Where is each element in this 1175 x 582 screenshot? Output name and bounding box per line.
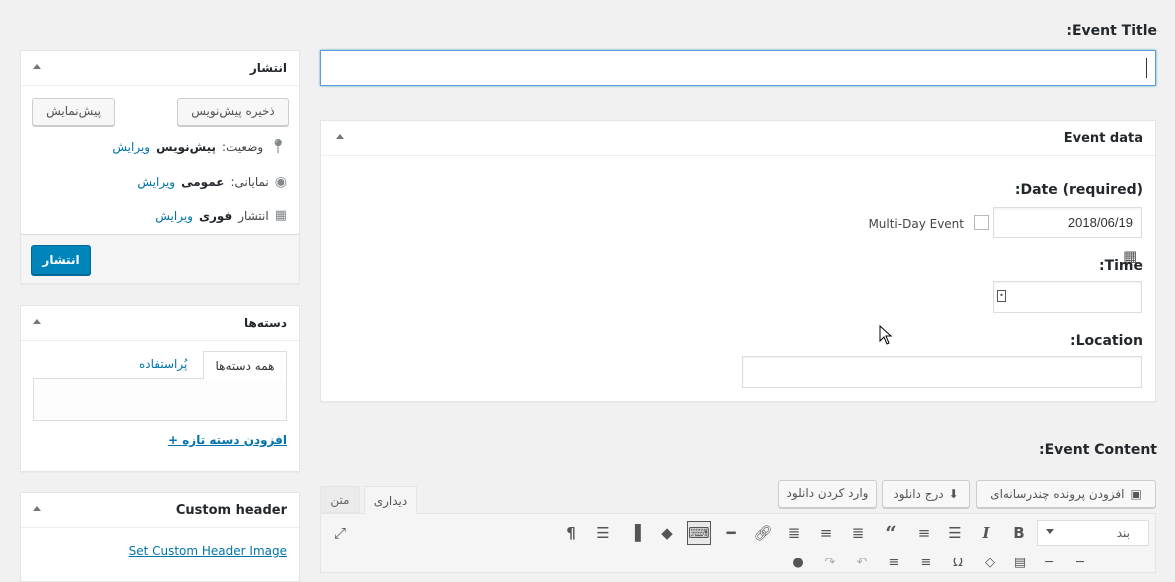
multiday-checkbox[interactable] — [974, 215, 989, 230]
categories-box: دسته‌ها همه دسته‌ها پُراستفاده + افزودن … — [20, 305, 300, 472]
visibility-value: عمومی — [181, 175, 225, 189]
tab-text[interactable]: متن — [320, 486, 360, 513]
tab-all-categories[interactable]: همه دسته‌ها — [203, 351, 287, 379]
justify-icon[interactable]: ☰ — [592, 522, 614, 544]
save-draft-button[interactable]: ذخیره پیش‌نویس — [177, 98, 289, 126]
chart-icon[interactable]: ▐ — [624, 522, 646, 544]
preview-button[interactable]: پیش‌نمایش — [32, 98, 115, 126]
event-title-label: Event Title: — [1066, 23, 1157, 39]
media-icon: ▣ — [1130, 487, 1142, 501]
date-input[interactable] — [993, 207, 1142, 238]
paragraph-icon[interactable]: ¶ — [560, 522, 582, 544]
set-custom-header-image-link[interactable]: Set Custom Header Image — [129, 544, 287, 558]
tab-visual[interactable]: دیداری — [364, 486, 417, 514]
read-more-icon[interactable]: ━ — [720, 522, 742, 544]
publish-box-header[interactable]: انتشار — [21, 51, 299, 86]
status-row: 📍︎ وضعیت: پیش‌نویس ویرایش — [112, 139, 287, 155]
chevron-down-icon — [1046, 529, 1054, 534]
location-label: Location: — [1070, 333, 1143, 349]
event-content-label: Event Content: — [1038, 442, 1157, 458]
event-data-box: Event data Date (required): Multi-Day Ev… — [320, 120, 1156, 402]
schedule-row: ▦ انتشار فوری ویرایش — [155, 208, 287, 223]
event-title-input[interactable] — [320, 50, 1156, 86]
location-input[interactable] — [742, 356, 1142, 388]
publish-box-title: انتشار — [249, 61, 287, 75]
fullscreen-icon[interactable]: ⤢ — [329, 522, 351, 544]
format-select[interactable]: بند — [1037, 520, 1149, 546]
pin-icon: 📍︎ — [269, 139, 287, 155]
align-left-icon[interactable]: ≣ — [847, 522, 869, 544]
publish-button[interactable]: انتشار — [31, 245, 91, 275]
custom-header-box-title: Custom header — [175, 503, 287, 518]
add-new-category-link[interactable]: + افزودن دسته تازه — [168, 433, 287, 447]
visibility-label: نمایانی: — [230, 175, 269, 189]
numbered-list-icon[interactable]: ≡ — [913, 522, 935, 544]
eye-icon: ◉ — [274, 174, 287, 190]
bold-icon[interactable]: B — [1008, 522, 1030, 544]
download-icon: ⬇︎ — [948, 487, 959, 501]
custom-header-box-header[interactable]: Custom header — [21, 493, 299, 528]
add-media-label: افزودن پرونده چندرسانه‌ای — [990, 487, 1125, 501]
link-icon[interactable]: 🔗︎ — [752, 522, 774, 544]
date-label: Date (required): — [1014, 182, 1143, 198]
insert-download-label: درج دانلود — [893, 487, 944, 501]
tab-popular-categories[interactable]: پُراستفاده — [139, 357, 187, 371]
publish-box: انتشار ذخیره پیش‌نویس پیش‌نمایش 📍︎ وضعیت… — [20, 50, 300, 284]
mouse-pointer-icon — [879, 325, 893, 345]
insert-download-button[interactable]: ⬇︎ درج دانلود — [882, 480, 970, 508]
collapse-toggle-icon[interactable] — [33, 506, 41, 511]
toolbar-toggle-icon[interactable]: ⌨︎ — [687, 521, 711, 545]
text-cursor — [1146, 58, 1147, 78]
status-label: وضعیت: — [221, 140, 264, 154]
align-center-icon[interactable]: ≡ — [815, 522, 837, 544]
visibility-row: ◉ نمایانی: عمومی ویرایش — [137, 174, 287, 190]
categories-box-title: دسته‌ها — [244, 316, 287, 330]
custom-header-box: Custom header Set Custom Header Image — [20, 492, 300, 582]
bullet-list-icon[interactable]: ☰ — [944, 522, 966, 544]
schedule-edit-link[interactable]: ویرایش — [155, 209, 193, 223]
clock-icon: • — [997, 290, 1006, 302]
schedule-value: فوری — [198, 208, 233, 223]
format-select-value: بند — [1116, 526, 1130, 540]
italic-icon[interactable]: I — [975, 522, 997, 544]
categories-box-header[interactable]: دسته‌ها — [21, 306, 299, 341]
time-label: Time: — [1098, 258, 1143, 274]
status-value: پیش‌نویس — [156, 140, 216, 154]
collapse-toggle-icon[interactable] — [336, 134, 344, 139]
status-edit-link[interactable]: ویرایش — [112, 140, 150, 154]
category-checklist[interactable] — [33, 378, 287, 421]
align-right-icon[interactable]: ≣ — [783, 522, 805, 544]
add-media-button[interactable]: ▣ افزودن پرونده چندرسانه‌ای — [976, 480, 1156, 508]
blockquote-icon[interactable]: “ — [880, 522, 902, 544]
download-shortcode-icon[interactable]: ◆ — [656, 522, 678, 544]
publish-actions: انتشار — [21, 234, 299, 283]
calendar-icon: ▦ — [274, 208, 287, 223]
schedule-label: انتشار — [238, 208, 269, 223]
import-download-button[interactable]: وارد کردن دانلود — [778, 480, 877, 508]
collapse-toggle-icon[interactable] — [33, 319, 41, 324]
event-data-box-title: Event data — [1063, 131, 1143, 146]
time-input[interactable] — [993, 281, 1142, 313]
collapse-toggle-icon[interactable] — [33, 64, 41, 69]
visibility-edit-link[interactable]: ویرایش — [137, 175, 175, 189]
multiday-label: Multi-Day Event — [868, 217, 964, 231]
event-data-box-header[interactable]: Event data — [321, 121, 1155, 156]
